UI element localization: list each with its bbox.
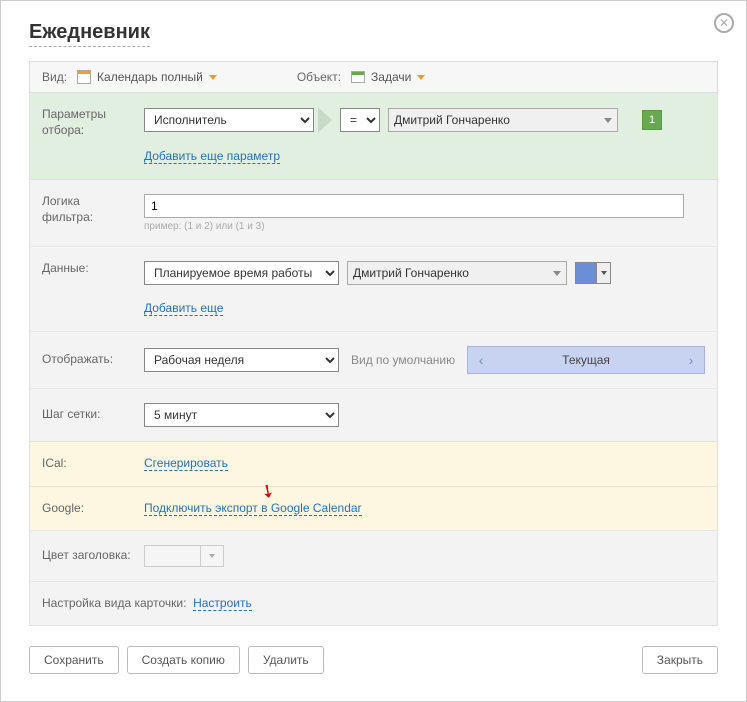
color-swatch: [575, 262, 597, 284]
header-color-row: Цвет заголовка:: [30, 530, 717, 581]
object-dropdown[interactable]: Задачи: [351, 70, 425, 84]
google-label: Google:: [42, 501, 132, 517]
filter-value-select[interactable]: Дмитрий Гончаренко: [388, 108, 618, 132]
add-data-link[interactable]: Добавить еще: [144, 301, 223, 316]
view-label: Вид:: [42, 70, 67, 84]
data-field-select[interactable]: Планируемое время работы: [144, 261, 339, 285]
add-filter-link[interactable]: Добавить еще параметр: [144, 149, 280, 164]
data-value-select[interactable]: Дмитрий Гончаренко: [347, 261, 567, 285]
ical-generate-link[interactable]: Сгенерировать: [144, 456, 228, 471]
filter-label: Параметры отбора:: [42, 107, 132, 138]
view-dropdown[interactable]: Календарь полный: [77, 70, 217, 84]
chevron-down-icon: [597, 262, 611, 284]
object-label: Объект:: [297, 70, 341, 84]
display-select[interactable]: Рабочая неделя: [144, 348, 339, 372]
card-view-label: Настройка вида карточки:: [42, 596, 186, 610]
google-export-link[interactable]: Подключить экспорт в Google Calendar: [144, 501, 362, 516]
card-view-row: Настройка вида карточки: Настроить: [30, 581, 717, 625]
delete-button[interactable]: Удалить: [248, 646, 324, 674]
grid-step-select[interactable]: 5 минут: [144, 403, 339, 427]
grid-label: Шаг сетки:: [42, 407, 132, 423]
google-row: Google: Подключить экспорт в Google Cale…: [30, 486, 717, 531]
dialog-title: Ежедневник: [29, 21, 150, 47]
filter-operator-select[interactable]: =: [340, 108, 380, 132]
display-row: Отображать: Рабочая неделя Вид по умолча…: [30, 331, 717, 388]
dialog-footer: Сохранить Создать копию Удалить Закрыть: [29, 646, 718, 674]
header-color-picker[interactable]: [144, 545, 224, 567]
view-value: Календарь полный: [97, 70, 203, 84]
calendar-icon: [77, 70, 91, 84]
save-button[interactable]: Сохранить: [29, 646, 119, 674]
data-row: Данные: Планируемое время работы Дмитрий…: [30, 246, 717, 331]
copy-button[interactable]: Создать копию: [127, 646, 240, 674]
filter-index-badge: 1: [642, 110, 662, 130]
period-navigator: ‹ Текущая ›: [467, 346, 705, 374]
prev-period-button[interactable]: ‹: [468, 347, 494, 373]
ical-label: ICal:: [42, 456, 132, 472]
chevron-down-icon: [209, 75, 217, 80]
chevron-down-icon: [553, 271, 561, 276]
grid-row: Шаг сетки: 5 минут: [30, 388, 717, 441]
logic-row: Логика фильтра: пример: (1 и 2) или (1 и…: [30, 179, 717, 246]
chevron-down-icon: [417, 75, 425, 80]
filter-field-select[interactable]: Исполнитель: [144, 108, 314, 132]
header-color-label: Цвет заголовка:: [42, 548, 132, 564]
arrow-separator-icon: [318, 107, 332, 133]
data-color-picker[interactable]: [575, 262, 611, 284]
tasks-icon: [351, 71, 365, 83]
logic-input[interactable]: [144, 194, 684, 218]
logic-label: Логика фильтра:: [42, 194, 132, 225]
chevron-down-icon: [604, 118, 612, 123]
color-swatch-empty: [145, 546, 200, 566]
card-configure-link[interactable]: Настроить: [193, 596, 252, 611]
settings-section: Параметры отбора: Исполнитель = Дмитрий …: [29, 93, 718, 626]
period-current[interactable]: Текущая: [494, 353, 678, 367]
chevron-down-icon: [200, 546, 222, 566]
default-view-label: Вид по умолчанию: [351, 353, 455, 367]
dialog-window: ✕ Ежедневник Вид: Календарь полный Объек…: [0, 0, 747, 702]
object-value: Задачи: [371, 70, 411, 84]
data-label: Данные:: [42, 261, 132, 277]
close-button[interactable]: Закрыть: [642, 646, 718, 674]
close-icon[interactable]: ✕: [714, 13, 734, 33]
logic-hint: пример: (1 и 2) или (1 и 3): [144, 221, 684, 232]
next-period-button[interactable]: ›: [678, 347, 704, 373]
toolbar: Вид: Календарь полный Объект: Задачи: [29, 61, 718, 93]
filter-row: Параметры отбора: Исполнитель = Дмитрий …: [30, 93, 717, 179]
ical-row: ICal: Сгенерировать: [30, 441, 717, 486]
display-label: Отображать:: [42, 352, 132, 368]
